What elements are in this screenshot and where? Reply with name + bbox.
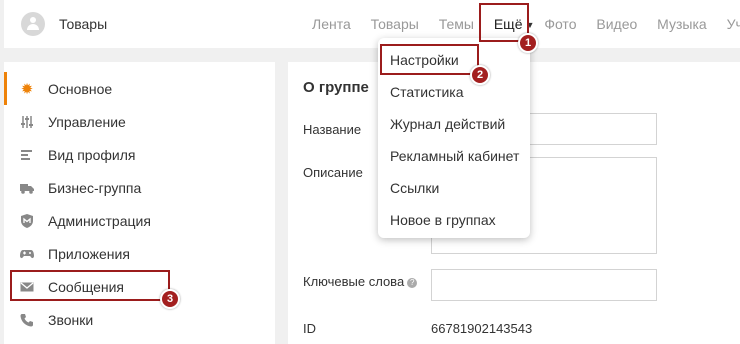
keywords-label-text: Ключевые слова — [303, 274, 405, 289]
settings-sidebar: ✹ Основное Управление Вид профиля Бизнес… — [4, 62, 275, 344]
highlight-messages — [10, 270, 170, 301]
group-name[interactable]: Товары — [59, 16, 107, 32]
nav-video[interactable]: Видео — [596, 16, 637, 32]
nav-products[interactable]: Товары — [371, 16, 419, 32]
phone-icon — [20, 313, 34, 327]
page-title: О группе — [303, 79, 369, 96]
name-label: Название — [303, 122, 362, 137]
sidebar-item-label: Вид профиля — [48, 147, 136, 163]
description-label: Описание — [303, 165, 363, 180]
sidebar-item-business[interactable]: Бизнес-группа — [4, 171, 275, 204]
sidebar-item-label: Приложения — [48, 246, 130, 262]
keywords-field[interactable] — [431, 269, 657, 301]
nav-feed[interactable]: Лента — [312, 16, 351, 32]
gear-icon: ✹ — [20, 81, 34, 98]
sidebar-item-calls[interactable]: Звонки — [4, 303, 275, 336]
step-badge-2: 2 — [470, 65, 490, 85]
menu-item-ad-cabinet[interactable]: Рекламный кабинет — [390, 148, 519, 164]
help-icon[interactable]: ? — [407, 277, 418, 288]
group-id-value: 66781902143543 — [431, 321, 533, 336]
keywords-label: Ключевые слова? — [303, 274, 418, 289]
step-badge-1: 1 — [518, 33, 538, 53]
sidebar-item-label: Администрация — [48, 213, 151, 229]
sliders-icon — [20, 115, 34, 129]
sidebar-item-apps[interactable]: Приложения — [4, 237, 275, 270]
sidebar-item-main[interactable]: ✹ Основное — [4, 72, 275, 105]
nav-members[interactable]: Уча — [727, 16, 740, 32]
sidebar-item-label: Основное — [48, 81, 113, 97]
menu-item-action-log[interactable]: Журнал действий — [390, 116, 505, 132]
sidebar-item-label: Управление — [48, 114, 126, 130]
nav-photo[interactable]: Фото — [544, 16, 576, 32]
sidebar-item-label: Бизнес-группа — [48, 180, 142, 196]
truck-icon — [20, 181, 34, 195]
nav-music[interactable]: Музыка — [657, 16, 707, 32]
group-avatar-icon[interactable] — [21, 12, 45, 36]
sidebar-item-profile-view[interactable]: Вид профиля — [4, 138, 275, 171]
nav-topics[interactable]: Темы — [439, 16, 474, 32]
lines-icon — [20, 148, 34, 162]
menu-item-links[interactable]: Ссылки — [390, 180, 439, 196]
menu-item-new-in-groups[interactable]: Новое в группах — [390, 212, 496, 228]
sidebar-item-management[interactable]: Управление — [4, 105, 275, 138]
sidebar-item-admins[interactable]: Администрация — [4, 204, 275, 237]
id-label: ID — [303, 321, 316, 336]
top-bar: Товары Лента Товары Темы Ещё ▼ Фото Видео… — [4, 0, 740, 48]
gamepad-icon — [20, 247, 34, 261]
menu-item-statistics[interactable]: Статистика — [390, 84, 464, 100]
step-badge-3: 3 — [160, 289, 180, 309]
highlight-settings — [380, 44, 479, 75]
shield-icon — [20, 214, 34, 228]
sidebar-item-label: Звонки — [48, 312, 94, 328]
